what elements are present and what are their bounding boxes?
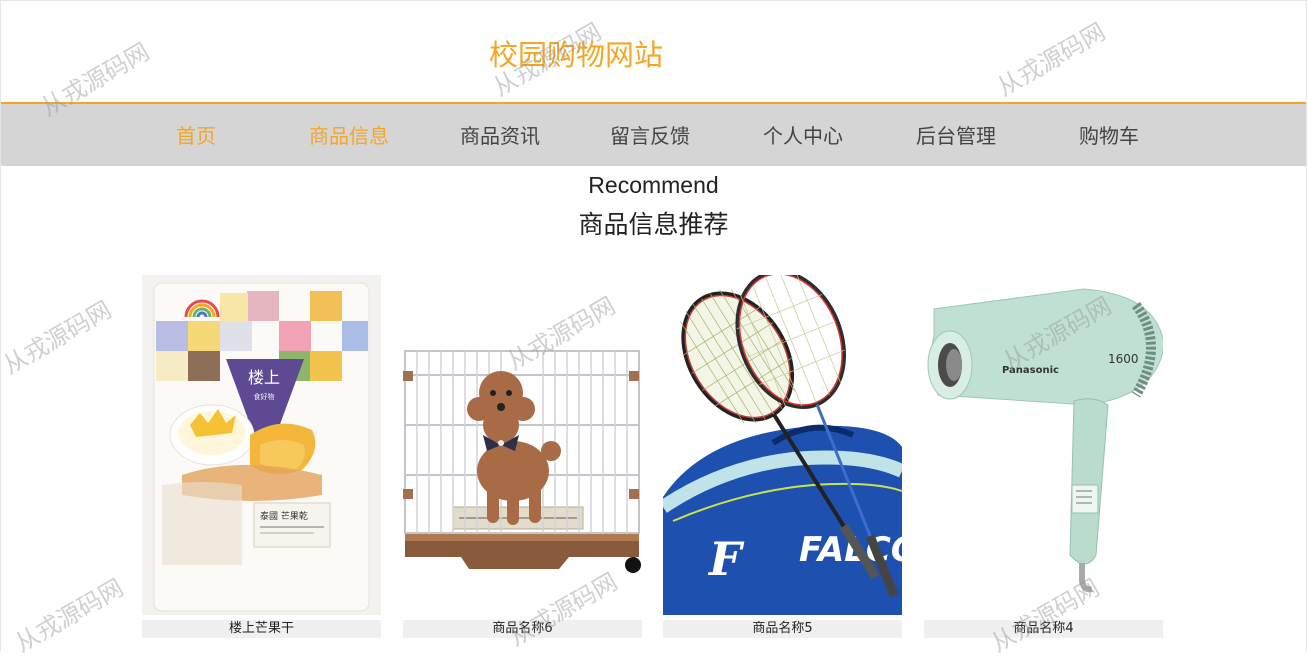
product-name[interactable]: 商品名称5: [663, 620, 902, 638]
hair-dryer-image[interactable]: Panasonic 1600: [924, 275, 1163, 615]
package-sub-text: 食好物: [254, 392, 275, 401]
site-header: 校园购物网站: [0, 0, 1307, 102]
product-name[interactable]: 楼上芒果干: [142, 620, 381, 638]
dryer-model-text: 1600: [1108, 352, 1139, 366]
nav-item-profile[interactable]: 个人中心: [763, 120, 843, 149]
product-card[interactable]: 商品名称6: [403, 275, 642, 638]
site-title: 校园购物网站: [489, 38, 664, 72]
main-nav: 首页 商品信息 商品资讯 留言反馈 个人中心 后台管理 购物车: [1, 102, 1306, 166]
svg-text:F: F: [707, 532, 745, 586]
nav-item-products[interactable]: 商品信息: [309, 120, 389, 149]
badminton-rackets-image[interactable]: F FALCO: [663, 275, 902, 615]
dog-in-cage-image[interactable]: [403, 275, 642, 615]
nav-item-admin[interactable]: 后台管理: [916, 120, 996, 149]
mango-snack-package-image[interactable]: 楼上 食好物 泰國 芒果乾: [142, 275, 381, 615]
nav-item-news[interactable]: 商品资讯: [460, 120, 540, 149]
product-name[interactable]: 商品名称6: [403, 620, 642, 638]
nav-item-feedback[interactable]: 留言反馈: [610, 120, 690, 149]
product-card[interactable]: 楼上 食好物 泰國 芒果乾 楼上芒果干: [142, 275, 381, 638]
product-card[interactable]: F FALCO: [663, 275, 902, 638]
recommend-title-cn: 商品信息推荐: [578, 210, 729, 239]
package-brand-text: 楼上: [248, 368, 280, 387]
recommend-title-en: Recommend: [588, 172, 719, 198]
package-label-text: 泰國 芒果乾: [260, 510, 308, 522]
product-name[interactable]: 商品名称4: [924, 620, 1163, 638]
nav-item-cart[interactable]: 购物车: [1079, 120, 1139, 149]
dryer-brand-text: Panasonic: [1002, 365, 1059, 376]
nav-item-home[interactable]: 首页: [176, 120, 216, 149]
product-card[interactable]: Panasonic 1600 商品名称4: [924, 275, 1163, 638]
